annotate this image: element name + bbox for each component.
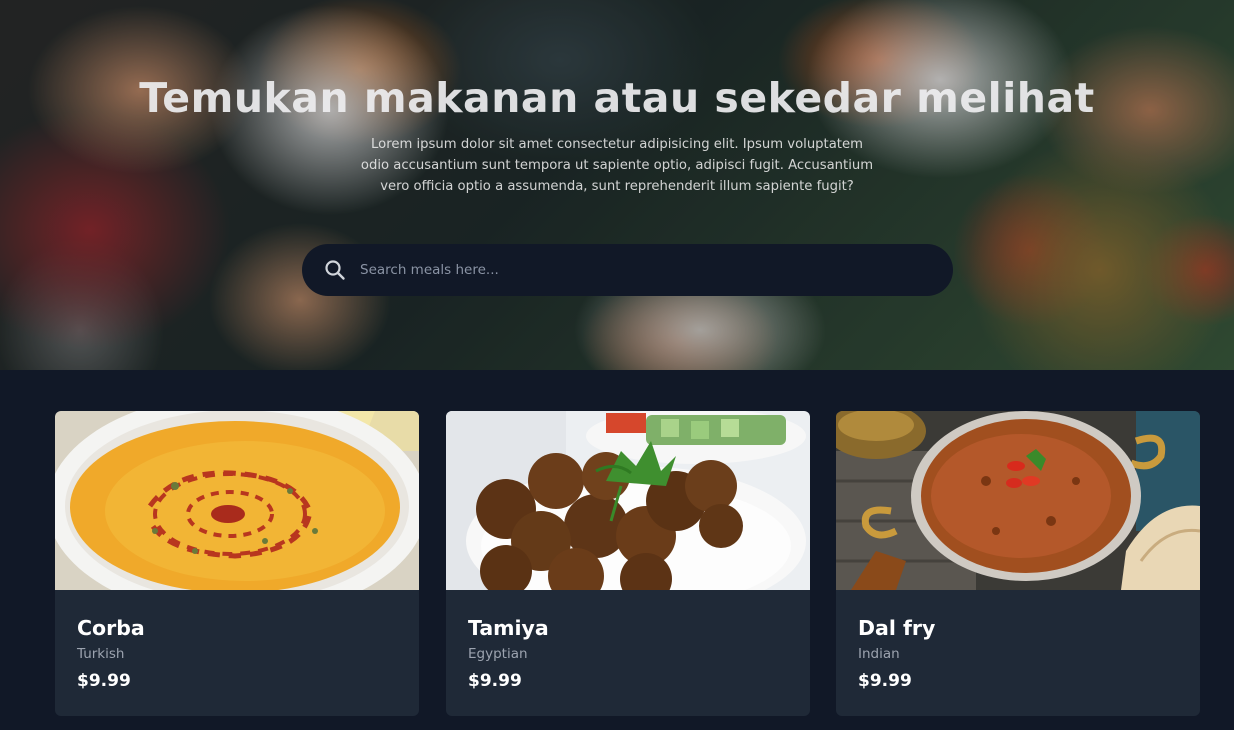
meal-image xyxy=(446,411,810,590)
meal-card[interactable]: Tamiya Egyptian $9.99 xyxy=(446,411,810,716)
hero-banner: Temukan makanan atau sekedar melihat Lor… xyxy=(0,0,1234,370)
meal-image xyxy=(55,411,419,590)
meal-price: $9.99 xyxy=(468,671,522,691)
search-icon xyxy=(324,259,346,281)
meal-card[interactable]: Corba Turkish $9.99 xyxy=(55,411,419,716)
search-input[interactable] xyxy=(360,244,930,296)
meal-card[interactable]: Dal fry Indian $9.99 xyxy=(836,411,1200,716)
meal-price: $9.99 xyxy=(858,671,912,691)
meal-name: Dal fry xyxy=(858,616,936,640)
search-bar[interactable] xyxy=(302,244,953,296)
meal-image xyxy=(836,411,1200,590)
hero-description: Lorem ipsum dolor sit amet consectetur a… xyxy=(360,137,874,194)
meal-name: Tamiya xyxy=(468,616,549,640)
meal-area: Turkish xyxy=(77,646,125,662)
meal-area: Egyptian xyxy=(468,646,528,662)
meal-price: $9.99 xyxy=(77,671,131,691)
hero-title: Temukan makanan atau sekedar melihat xyxy=(139,74,1095,122)
meal-name: Corba xyxy=(77,616,145,640)
meal-area: Indian xyxy=(858,646,900,662)
